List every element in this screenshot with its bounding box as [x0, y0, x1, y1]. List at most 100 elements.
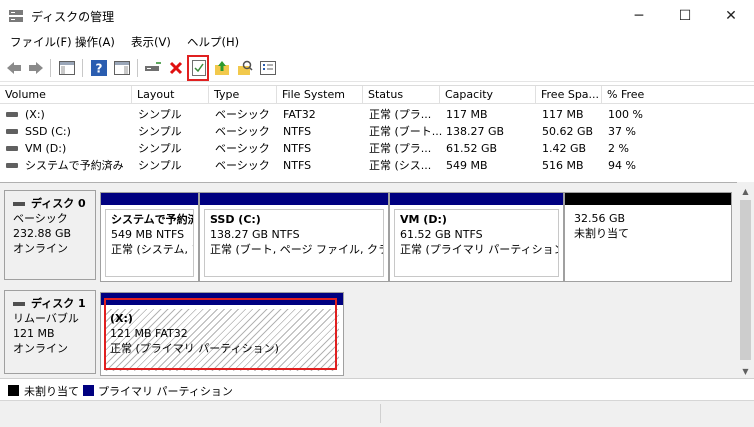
help-icon[interactable]: ? [89, 58, 109, 78]
legend-primary-swatch [83, 385, 94, 396]
legend-primary: プライマリ パーティション [98, 385, 233, 398]
partition-info: 138.27 GB NTFS [210, 228, 300, 241]
partition-bar [101, 193, 198, 205]
status-bar-divider [380, 404, 381, 423]
disk-size: 121 MB [13, 327, 55, 340]
volume-icon [6, 163, 18, 168]
forward-icon[interactable] [26, 58, 46, 78]
scroll-up-arrow-icon[interactable]: ▲ [737, 184, 754, 198]
volume-name: SSD (C:) [25, 125, 71, 138]
partition-bar [565, 193, 731, 205]
status-bar [0, 400, 754, 427]
volume-capacity: 549 MB [446, 159, 488, 172]
partition-info: 549 MB NTFS [111, 228, 185, 241]
menu-help[interactable]: ヘルプ(H) [187, 34, 239, 50]
volume-type: ベーシック [215, 142, 270, 155]
volume-list: Volume Layout Type File System Status Ca… [0, 85, 754, 175]
action-pane-icon[interactable] [112, 58, 132, 78]
volume-free-space: 50.62 GB [542, 125, 594, 138]
toolbar-separator [137, 59, 138, 77]
maximize-button[interactable]: ☐ [662, 0, 708, 31]
column-capacity[interactable]: Capacity [440, 86, 536, 104]
column-layout[interactable]: Layout [132, 86, 209, 104]
volume-status: 正常 (シス... [369, 159, 432, 172]
toolbar-separator [50, 59, 51, 77]
scroll-down-arrow-icon[interactable]: ▼ [737, 364, 754, 378]
volume-percent-free: 94 % [608, 159, 636, 172]
disk-1-label[interactable]: ディスク 1 リムーバブル 121 MB オンライン [4, 290, 96, 374]
volume-name: システムで予約済み [25, 159, 124, 172]
partition-status: 正常 (プライマリ パーティション) [400, 243, 559, 256]
column-type[interactable]: Type [209, 86, 277, 104]
column-status[interactable]: Status [363, 86, 440, 104]
disk-type: ベーシック [13, 212, 68, 225]
disk-0-label[interactable]: ディスク 0 ベーシック 232.88 GB オンライン [4, 190, 96, 280]
disk-state: オンライン [13, 242, 68, 255]
volume-icon [6, 112, 18, 117]
volume-row[interactable]: システムで予約済み シンプル ベーシック NTFS 正常 (シス... 549 … [0, 157, 754, 174]
volume-name: VM (D:) [25, 142, 67, 155]
volume-layout: シンプル [138, 125, 182, 138]
menu-view[interactable]: 表示(V) [131, 34, 171, 50]
partition-info: 32.56 GB [574, 212, 626, 225]
volume-percent-free: 100 % [608, 108, 643, 121]
folder-up-icon[interactable] [212, 58, 232, 78]
volume-layout: シンプル [138, 159, 182, 172]
search-folder-icon[interactable] [235, 58, 255, 78]
partition-ssd-c[interactable]: SSD (C:) 138.27 GB NTFS 正常 (ブート, ページ ファイ… [199, 192, 389, 282]
volume-row[interactable]: SSD (C:) シンプル ベーシック NTFS 正常 (ブート... 138.… [0, 123, 754, 140]
menu-bar: ファイル(F) 操作(A) 表示(V) ヘルプ(H) [0, 31, 754, 53]
partition-system-reserved[interactable]: システムで予約済 549 MB NTFS 正常 (システム, ア [100, 192, 199, 282]
partition-name: SSD (C:) [210, 213, 261, 226]
partition-bar [200, 193, 388, 205]
volume-list-header: Volume Layout Type File System Status Ca… [0, 86, 754, 104]
disk-size: 232.88 GB [13, 227, 72, 240]
volume-filesystem: NTFS [283, 142, 312, 155]
volume-filesystem: NTFS [283, 159, 312, 172]
volume-type: ベーシック [215, 125, 270, 138]
close-button[interactable]: ✕ [708, 0, 754, 31]
volume-layout: シンプル [138, 108, 182, 121]
disk-icon [13, 201, 25, 206]
menu-action[interactable]: 操作(A) [75, 34, 115, 50]
volume-icon [6, 146, 18, 151]
disk-icon [13, 301, 25, 306]
disk-name: ディスク 1 [31, 297, 86, 310]
volume-status: 正常 (ブート... [369, 125, 443, 138]
column-volume[interactable]: Volume [0, 86, 132, 104]
partition-vm-d[interactable]: VM (D:) 61.52 GB NTFS 正常 (プライマリ パーティション) [389, 192, 564, 282]
column-percent-free[interactable]: % Free [602, 86, 754, 104]
volume-layout: シンプル [138, 142, 182, 155]
disk-state: オンライン [13, 342, 68, 355]
toolbar-separator [82, 59, 83, 77]
volume-row[interactable]: VM (D:) シンプル ベーシック NTFS 正常 (プラ... 61.52 … [0, 140, 754, 157]
menu-file[interactable]: ファイル(F) [10, 34, 72, 50]
delete-icon[interactable] [166, 58, 186, 78]
legend-unallocated-swatch [8, 385, 19, 396]
volume-filesystem: FAT32 [283, 108, 316, 121]
toolbar: ? [0, 54, 754, 82]
volume-status: 正常 (プラ... [369, 142, 432, 155]
partition-name: VM (D:) [400, 213, 447, 226]
toolbar-highlight-box [187, 55, 209, 81]
volume-status: 正常 (プラ... [369, 108, 432, 121]
partition-info: 61.52 GB NTFS [400, 228, 483, 241]
partition-status: 正常 (ブート, ページ ファイル, クラッシュ [210, 243, 383, 256]
volume-percent-free: 2 % [608, 142, 629, 155]
volume-name: (X:) [25, 108, 45, 121]
minimize-button[interactable]: ─ [616, 0, 662, 31]
properties-icon[interactable] [258, 58, 278, 78]
console-tree-icon[interactable] [57, 58, 77, 78]
selection-highlight-box [104, 298, 337, 370]
volume-type: ベーシック [215, 108, 270, 121]
volume-row[interactable]: (X:) シンプル ベーシック FAT32 正常 (プラ... 117 MB 1… [0, 106, 754, 123]
column-free-space[interactable]: Free Spa... [536, 86, 602, 104]
volume-percent-free: 37 % [608, 125, 636, 138]
legend: 未割り当て プライマリ パーティション [0, 378, 754, 400]
volume-filesystem: NTFS [283, 125, 312, 138]
partition-unallocated[interactable]: 32.56 GB 未割り当て [564, 192, 732, 282]
connect-disk-icon[interactable] [143, 58, 163, 78]
column-file-system[interactable]: File System [277, 86, 363, 104]
scrollbar-thumb[interactable] [740, 200, 751, 360]
back-icon[interactable] [4, 58, 24, 78]
